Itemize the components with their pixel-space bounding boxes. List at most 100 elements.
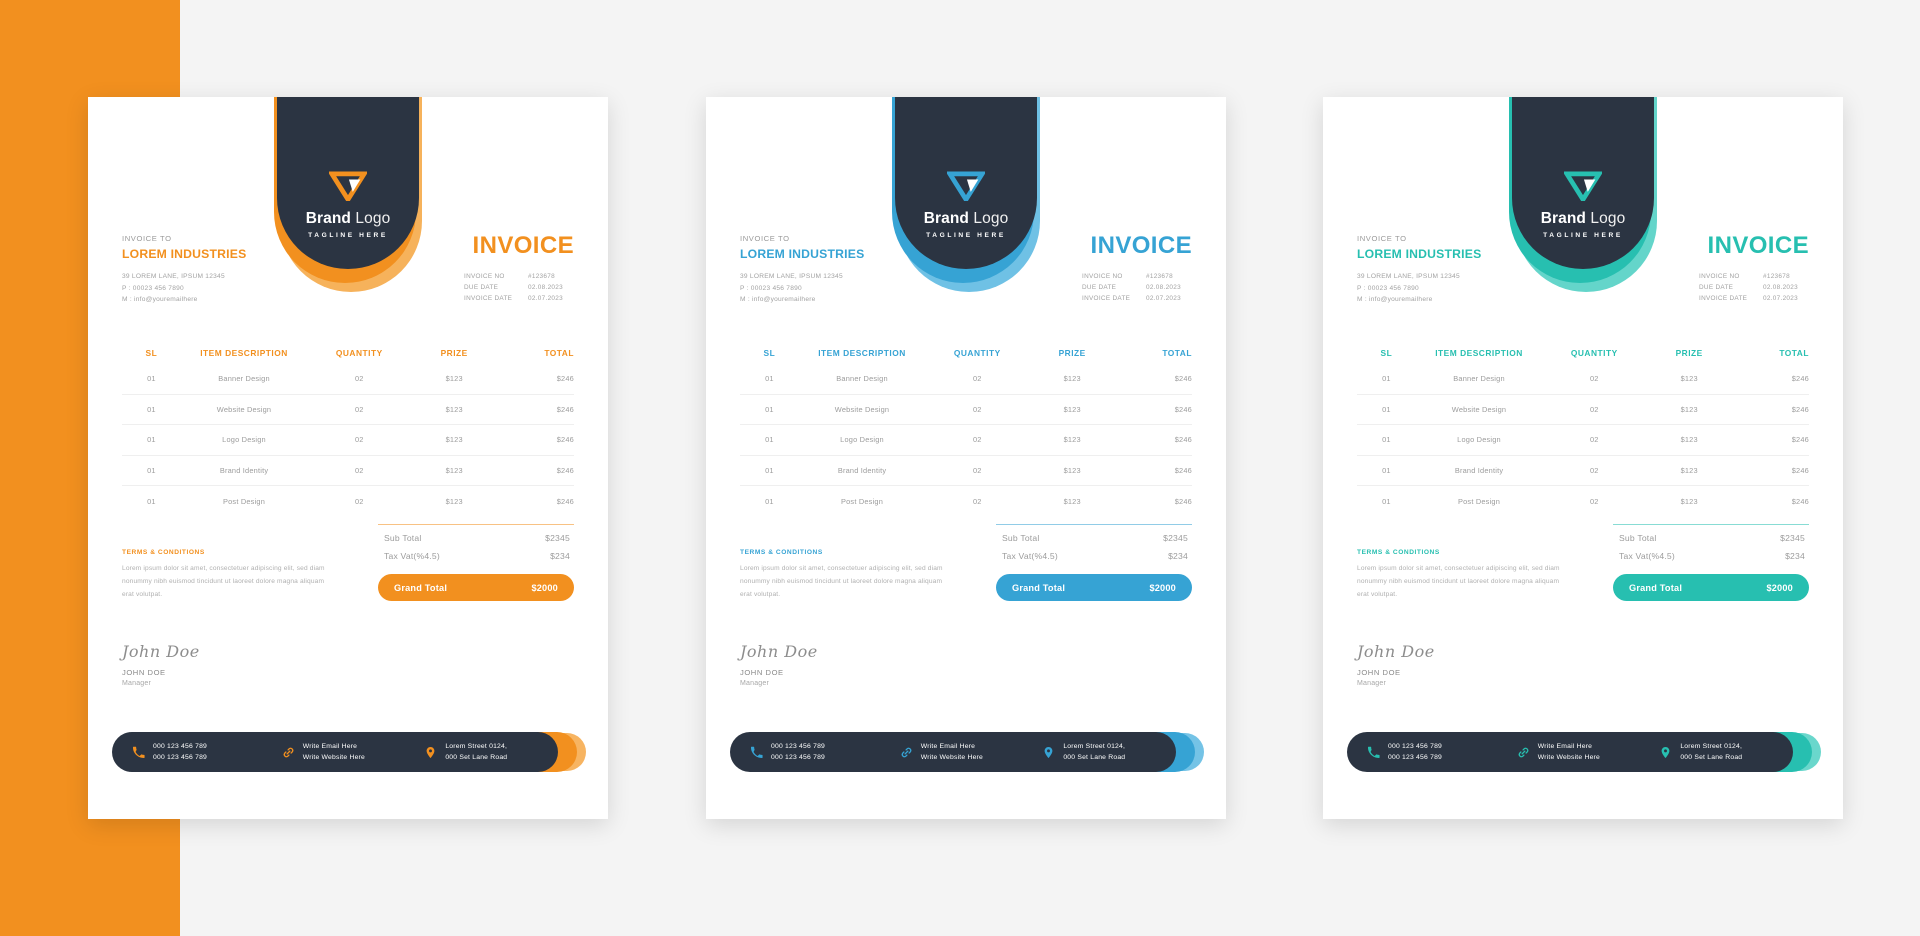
- table-cell: $123: [1680, 465, 1698, 475]
- tax-row: Tax Vat(%4.5) $234: [378, 543, 574, 561]
- grand-total-label: Grand Total: [1629, 582, 1683, 593]
- footer-phone-item[interactable]: 000 123 456 789 000 123 456 789: [750, 741, 900, 763]
- table-header-cell: PRIZE: [1675, 348, 1703, 358]
- table-cell: $246: [1174, 435, 1192, 445]
- table-cell: 01: [147, 404, 156, 414]
- table-header-cell: SL: [763, 348, 776, 358]
- signature-block: John Doe JOHN DOE Manager: [740, 642, 818, 687]
- table-cell: $123: [445, 496, 463, 506]
- brand-name-bold: Brand: [923, 210, 969, 227]
- terms-title: TERMS & CONDITIONS: [1357, 549, 1440, 556]
- footer-phone-item[interactable]: 000 123 456 789 000 123 456 789: [132, 741, 282, 763]
- footer-address-item[interactable]: Lorem Street 0124, 000 Set Lane Road: [1659, 741, 1793, 763]
- table-cell: 01: [147, 435, 156, 445]
- footer-phone-2: 000 123 456 789: [771, 754, 826, 761]
- footer-link-item[interactable]: Write Email Here Write Website Here: [900, 741, 1043, 763]
- signature-role: Manager: [1357, 680, 1387, 687]
- terms-body: Lorem ipsum dolor sit amet, consectetuer…: [122, 565, 325, 598]
- sub-total-value: $2345: [1163, 533, 1188, 544]
- totals-divider: [1613, 524, 1809, 526]
- brand-name: Brand Logo: [1541, 210, 1626, 228]
- table-row: 01 Post Design 02 $123 $246: [122, 486, 574, 517]
- footer-address-2: 000 Set Lane Road: [445, 754, 508, 761]
- table-cell: $123: [1680, 374, 1698, 384]
- tax-row: Tax Vat(%4.5) $234: [1613, 543, 1809, 561]
- phone-icon: [1367, 746, 1380, 758]
- table-cell: 02: [972, 404, 982, 414]
- footer-address-item[interactable]: Lorem Street 0124, 000 Set Lane Road: [1042, 741, 1176, 763]
- table-cell: 01: [147, 465, 156, 475]
- table-row: 01 Logo Design 02 $123 $246: [122, 425, 574, 456]
- table-cell: Brand Identity: [837, 465, 887, 475]
- footer-address-1: Lorem Street 0124,: [1063, 743, 1126, 750]
- meta-key: INVOICE DATE: [464, 295, 513, 303]
- sub-total-row: Sub Total $2345: [1613, 525, 1809, 543]
- tax-row: Tax Vat(%4.5) $234: [996, 543, 1192, 561]
- signature-script: John Doe: [740, 642, 818, 661]
- terms-block: TERMS & CONDITIONS Lorem ipsum dolor sit …: [740, 549, 955, 602]
- footer-phone-text: 000 123 456 789 000 123 456 789: [153, 741, 207, 763]
- signature-block: John Doe JOHN DOE Manager: [1357, 642, 1435, 687]
- table-cell: $246: [1174, 374, 1192, 384]
- invoice-meta-block: INVOICE INVOICE NO #123678 DUE DATE 02.08.20…: [1699, 234, 1809, 305]
- table-header-cell: ITEM DESCRIPTION: [200, 348, 288, 358]
- table-cell: Website Design: [216, 404, 272, 414]
- table-cell: 01: [1382, 404, 1391, 414]
- footer-phone-1: 000 123 456 789: [1388, 743, 1443, 750]
- table-cell: 02: [1589, 496, 1599, 506]
- meta-row: INVOICE NO #123678: [1082, 271, 1192, 282]
- footer-address-1: Lorem Street 0124,: [1680, 743, 1743, 750]
- footer-phone-1: 000 123 456 789: [153, 743, 208, 750]
- table-cell: $123: [1063, 435, 1081, 445]
- footer-address-1: Lorem Street 0124,: [445, 743, 508, 750]
- meta-rows: INVOICE NO #123678 DUE DATE 02.08.2023 INVOI…: [464, 271, 574, 305]
- footer-email: Write Email Here: [302, 743, 358, 750]
- table-cell: $246: [556, 465, 574, 475]
- page-title: INVOICE: [472, 232, 574, 259]
- location-pin-icon: [1661, 746, 1670, 758]
- table-cell: $246: [556, 435, 574, 445]
- signature-script: John Doe: [1357, 642, 1435, 661]
- footer-link-text: Write Email Here Write Website Here: [303, 741, 365, 763]
- table-cell: 02: [972, 435, 982, 445]
- table-row: 01 Website Design 02 $123 $246: [740, 395, 1192, 425]
- table-cell: $123: [1063, 496, 1081, 506]
- grand-total-value: $2000: [1149, 582, 1176, 593]
- table-cell: 01: [147, 374, 156, 384]
- table-header-cell: PRIZE: [440, 348, 468, 358]
- footer-address-item[interactable]: Lorem Street 0124, 000 Set Lane Road: [424, 741, 558, 763]
- table-row: 01 Brand Identity 02 $123 $246: [122, 456, 574, 486]
- footer-email: Write Email Here: [920, 743, 976, 750]
- table-row: 01 Brand Identity 02 $123 $246: [1357, 456, 1809, 486]
- table-cell: 01: [1382, 374, 1391, 384]
- table-cell: Website Design: [1451, 404, 1507, 414]
- meta-value: 02.07.2023: [1763, 295, 1798, 303]
- table-cell: 01: [147, 496, 156, 506]
- meta-value: 02.07.2023: [528, 295, 563, 303]
- sub-total-value: $2345: [545, 533, 570, 544]
- brand-logo-icon: [327, 171, 369, 204]
- grand-total-badge: Grand Total $2000: [1613, 574, 1809, 602]
- link-icon: [1517, 746, 1530, 759]
- table-cell: 02: [1589, 404, 1599, 414]
- location-pin-icon: [1659, 746, 1672, 759]
- footer-phone-item[interactable]: 000 123 456 789 000 123 456 789: [1367, 741, 1517, 763]
- link-icon: [900, 746, 913, 759]
- table-cell: $123: [1680, 496, 1698, 506]
- grand-total-label: Grand Total: [1012, 582, 1066, 593]
- meta-key: INVOICE NO: [1699, 273, 1740, 280]
- footer-website: Write Website Here: [1537, 754, 1600, 761]
- totals-divider: [996, 524, 1192, 526]
- footer-link-item[interactable]: Write Email Here Write Website Here: [1517, 741, 1660, 763]
- table-header-cell: QUANTITY: [953, 348, 1001, 358]
- meta-row: DUE DATE 02.08.2023: [1699, 282, 1809, 293]
- footer-phone-2: 000 123 456 789: [1388, 754, 1443, 761]
- phone-icon: [750, 746, 763, 759]
- table-cell: 02: [1589, 465, 1599, 475]
- footer-link-item[interactable]: Write Email Here Write Website Here: [282, 741, 425, 763]
- footer-email: Write Email Here: [1537, 743, 1593, 750]
- meta-key: DUE DATE: [1082, 284, 1117, 292]
- table-cell: 02: [354, 435, 364, 445]
- table-body: 01 Banner Design 02 $123 $246 01 Website Desig…: [740, 364, 1192, 517]
- table-cell: 02: [1589, 435, 1599, 445]
